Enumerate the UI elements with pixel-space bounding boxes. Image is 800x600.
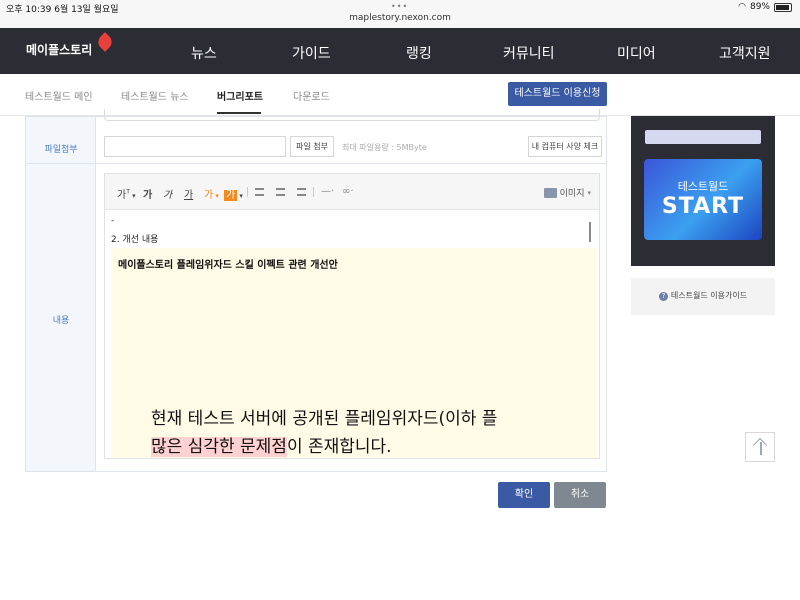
image-icon — [543, 187, 557, 198]
nav-support[interactable]: 고객지원 — [719, 43, 771, 63]
tab-bug-report[interactable]: 버그리포트 — [217, 88, 263, 103]
nav-ranking[interactable]: 랭킹 — [406, 43, 432, 63]
embedded-line-2-rest: 이 존재합니다. — [286, 437, 392, 457]
horizontal-rule-icon[interactable]: —· — [321, 186, 334, 197]
file-attach-button[interactable]: 파일 첨부 — [290, 136, 334, 157]
font-size-button[interactable]: 가T ▾ — [117, 186, 136, 201]
testworld-side-panel: 테스트월드 START — [631, 116, 775, 266]
status-bar: 오후 10:39 6월 13일 월요일 ••• maplestory.nexon… — [0, 0, 800, 28]
content-dash: - — [111, 216, 115, 226]
start-banner-main: START — [661, 194, 745, 219]
embedded-image: 메이플스토리 플레임위자드 스킬 이펙트 관련 개선안 현재 테스트 서버에 공… — [111, 248, 597, 458]
font-color-button[interactable]: 가 ▾ — [204, 186, 219, 201]
insert-image-button[interactable]: 이미지 ▾ — [543, 186, 591, 199]
wifi-icon: ◠ — [738, 2, 746, 12]
confirm-button[interactable]: 확인 — [498, 482, 550, 508]
file-size-limit: 최대 파일용량 : 5MByte — [342, 143, 427, 152]
label-column — [26, 117, 96, 471]
start-banner-sub: 테스트월드 — [677, 180, 729, 193]
logo-text: 메이플스토리 — [26, 43, 93, 57]
file-path-input[interactable] — [104, 136, 286, 157]
bg-color-label: 가 — [224, 190, 238, 201]
main-nav: 메이플스토리 뉴스 가이드 랭킹 커뮤니티 미디어 고객지원 — [0, 28, 800, 74]
align-right-icon[interactable] — [297, 188, 306, 196]
nav-media[interactable]: 미디어 — [617, 43, 656, 63]
title-input[interactable] — [104, 109, 600, 121]
testworld-apply-button[interactable]: 테스트월드 이용신청 — [508, 82, 607, 106]
arrow-stem — [760, 442, 762, 455]
tab-testworld-main[interactable]: 테스트월드 메인 — [25, 88, 93, 103]
maple-leaf-icon — [95, 32, 115, 52]
image-label: 이미지 — [559, 189, 585, 199]
link-icon[interactable]: ∞· — [342, 186, 354, 197]
url-bar[interactable]: maplestory.nexon.com — [0, 13, 800, 23]
status-right: ◠ 89% — [738, 2, 792, 12]
maplestory-logo[interactable]: 메이플스토리 — [26, 32, 115, 58]
align-center-icon[interactable] — [276, 188, 285, 196]
toolbar-divider — [247, 187, 248, 197]
bg-color-button[interactable]: 가 ▾ — [224, 186, 243, 201]
testworld-guide-box[interactable]: ? 테스트월드 이용가이드 — [631, 278, 775, 315]
file-attach-label: 파일첨부 — [44, 145, 78, 155]
embedded-line-2: 많은 심각한 문제점이 존재합니다. — [151, 432, 392, 457]
editor-toolbar: 가T ▾ 가 가 가 가 ▾ 가 ▾ —· ∞· 이미지 ▾ — [105, 174, 599, 210]
question-icon: ? — [658, 292, 668, 301]
toolbar-divider — [313, 187, 314, 197]
testworld-guide-link[interactable]: ? 테스트월드 이용가이드 — [631, 290, 775, 301]
underline-button[interactable]: 가 — [184, 186, 193, 201]
testworld-password-input[interactable] — [645, 130, 761, 144]
bug-report-form: 파일첨부 파일 첨부 최대 파일용량 : 5MByte 내 컴퓨터 사양 체크 … — [25, 109, 607, 472]
embedded-title: 메이플스토리 플레임위자드 스킬 이펙트 관련 개선안 — [118, 260, 338, 271]
align-left-icon[interactable] — [255, 188, 264, 196]
editor-scrollbar[interactable] — [589, 222, 591, 242]
nav-community[interactable]: 커뮤니티 — [503, 43, 555, 63]
highlighted-text: 많은 심각한 문제점 — [151, 437, 287, 457]
battery-percent: 89% — [749, 2, 770, 12]
nav-news[interactable]: 뉴스 — [191, 43, 217, 63]
pc-spec-check-button[interactable]: 내 컴퓨터 사양 체크 — [528, 136, 602, 157]
font-size-label: 가 — [117, 190, 127, 201]
cancel-button[interactable]: 취소 — [554, 482, 606, 508]
guide-label: 테스트월드 이용가이드 — [670, 291, 748, 300]
section-title: 2. 개선 내용 — [111, 235, 159, 245]
testworld-start-banner[interactable]: 테스트월드 START — [644, 159, 762, 240]
more-dots-icon[interactable]: ••• — [391, 2, 408, 11]
nav-guide[interactable]: 가이드 — [292, 43, 331, 63]
bold-button[interactable]: 가 — [143, 186, 152, 201]
font-color-label: 가 — [204, 190, 214, 201]
rich-text-editor[interactable]: 가T ▾ 가 가 가 가 ▾ 가 ▾ —· ∞· 이미지 ▾ - 2. 개선 내… — [104, 173, 600, 459]
tab-download[interactable]: 다운로드 — [293, 88, 330, 103]
row-divider — [26, 163, 606, 164]
embedded-line-1: 현재 테스트 서버에 공개된 플레임위자드(이하 플 — [151, 409, 498, 429]
scroll-top-button[interactable] — [745, 432, 775, 462]
tab-testworld-news[interactable]: 테스트월드 뉴스 — [121, 88, 189, 103]
italic-button[interactable]: 가 — [163, 186, 172, 201]
battery-icon — [774, 2, 792, 12]
content-label: 내용 — [52, 316, 70, 326]
